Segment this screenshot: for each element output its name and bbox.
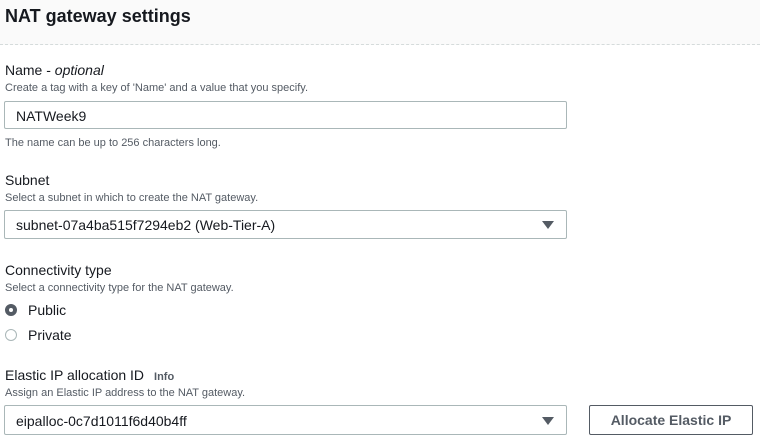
radio-button-unchecked[interactable] [5, 329, 17, 341]
subnet-select[interactable]: subnet-07a4ba515f7294eb2 (Web-Tier-A) [4, 210, 567, 239]
subnet-select-value: subnet-07a4ba515f7294eb2 (Web-Tier-A) [16, 217, 276, 233]
radio-public-label[interactable]: Public [28, 302, 66, 318]
subnet-description: Select a subnet in which to create the N… [5, 192, 259, 204]
subnet-label: Subnet [5, 172, 50, 188]
connectivity-label: Connectivity type [5, 262, 112, 278]
name-label-text: Name - [5, 62, 55, 78]
elastic-ip-description: Assign an Elastic IP address to the NAT … [5, 387, 246, 399]
name-input-value: NATWeek9 [16, 108, 87, 124]
connectivity-description: Select a connectivity type for the NAT g… [5, 282, 234, 294]
nat-gateway-settings-panel: NAT gateway settings Name - optional Cre… [0, 0, 760, 447]
radio-private-label[interactable]: Private [28, 327, 72, 343]
elastic-ip-label: Elastic IP allocation ID Info [5, 367, 174, 383]
radio-button-checked[interactable] [5, 304, 17, 316]
elastic-ip-select[interactable]: eipalloc-0c7d1011f6d40b4ff [4, 405, 567, 435]
allocate-elastic-ip-button[interactable]: Allocate Elastic IP [589, 405, 753, 435]
chevron-down-icon [542, 221, 554, 229]
name-constraint-text: The name can be up to 256 characters lon… [5, 137, 221, 149]
chevron-down-icon [542, 417, 554, 425]
name-optional-text: optional [54, 62, 104, 78]
name-input[interactable]: NATWeek9 [4, 101, 567, 129]
name-description: Create a tag with a key of 'Name' and a … [5, 82, 308, 94]
name-label: Name - optional [5, 62, 104, 78]
elastic-ip-label-text: Elastic IP allocation ID [5, 367, 145, 383]
info-link[interactable]: Info [154, 371, 174, 383]
elastic-ip-select-value: eipalloc-0c7d1011f6d40b4ff [16, 413, 187, 429]
section-title: NAT gateway settings [5, 6, 191, 26]
section-header: NAT gateway settings [0, 0, 760, 45]
